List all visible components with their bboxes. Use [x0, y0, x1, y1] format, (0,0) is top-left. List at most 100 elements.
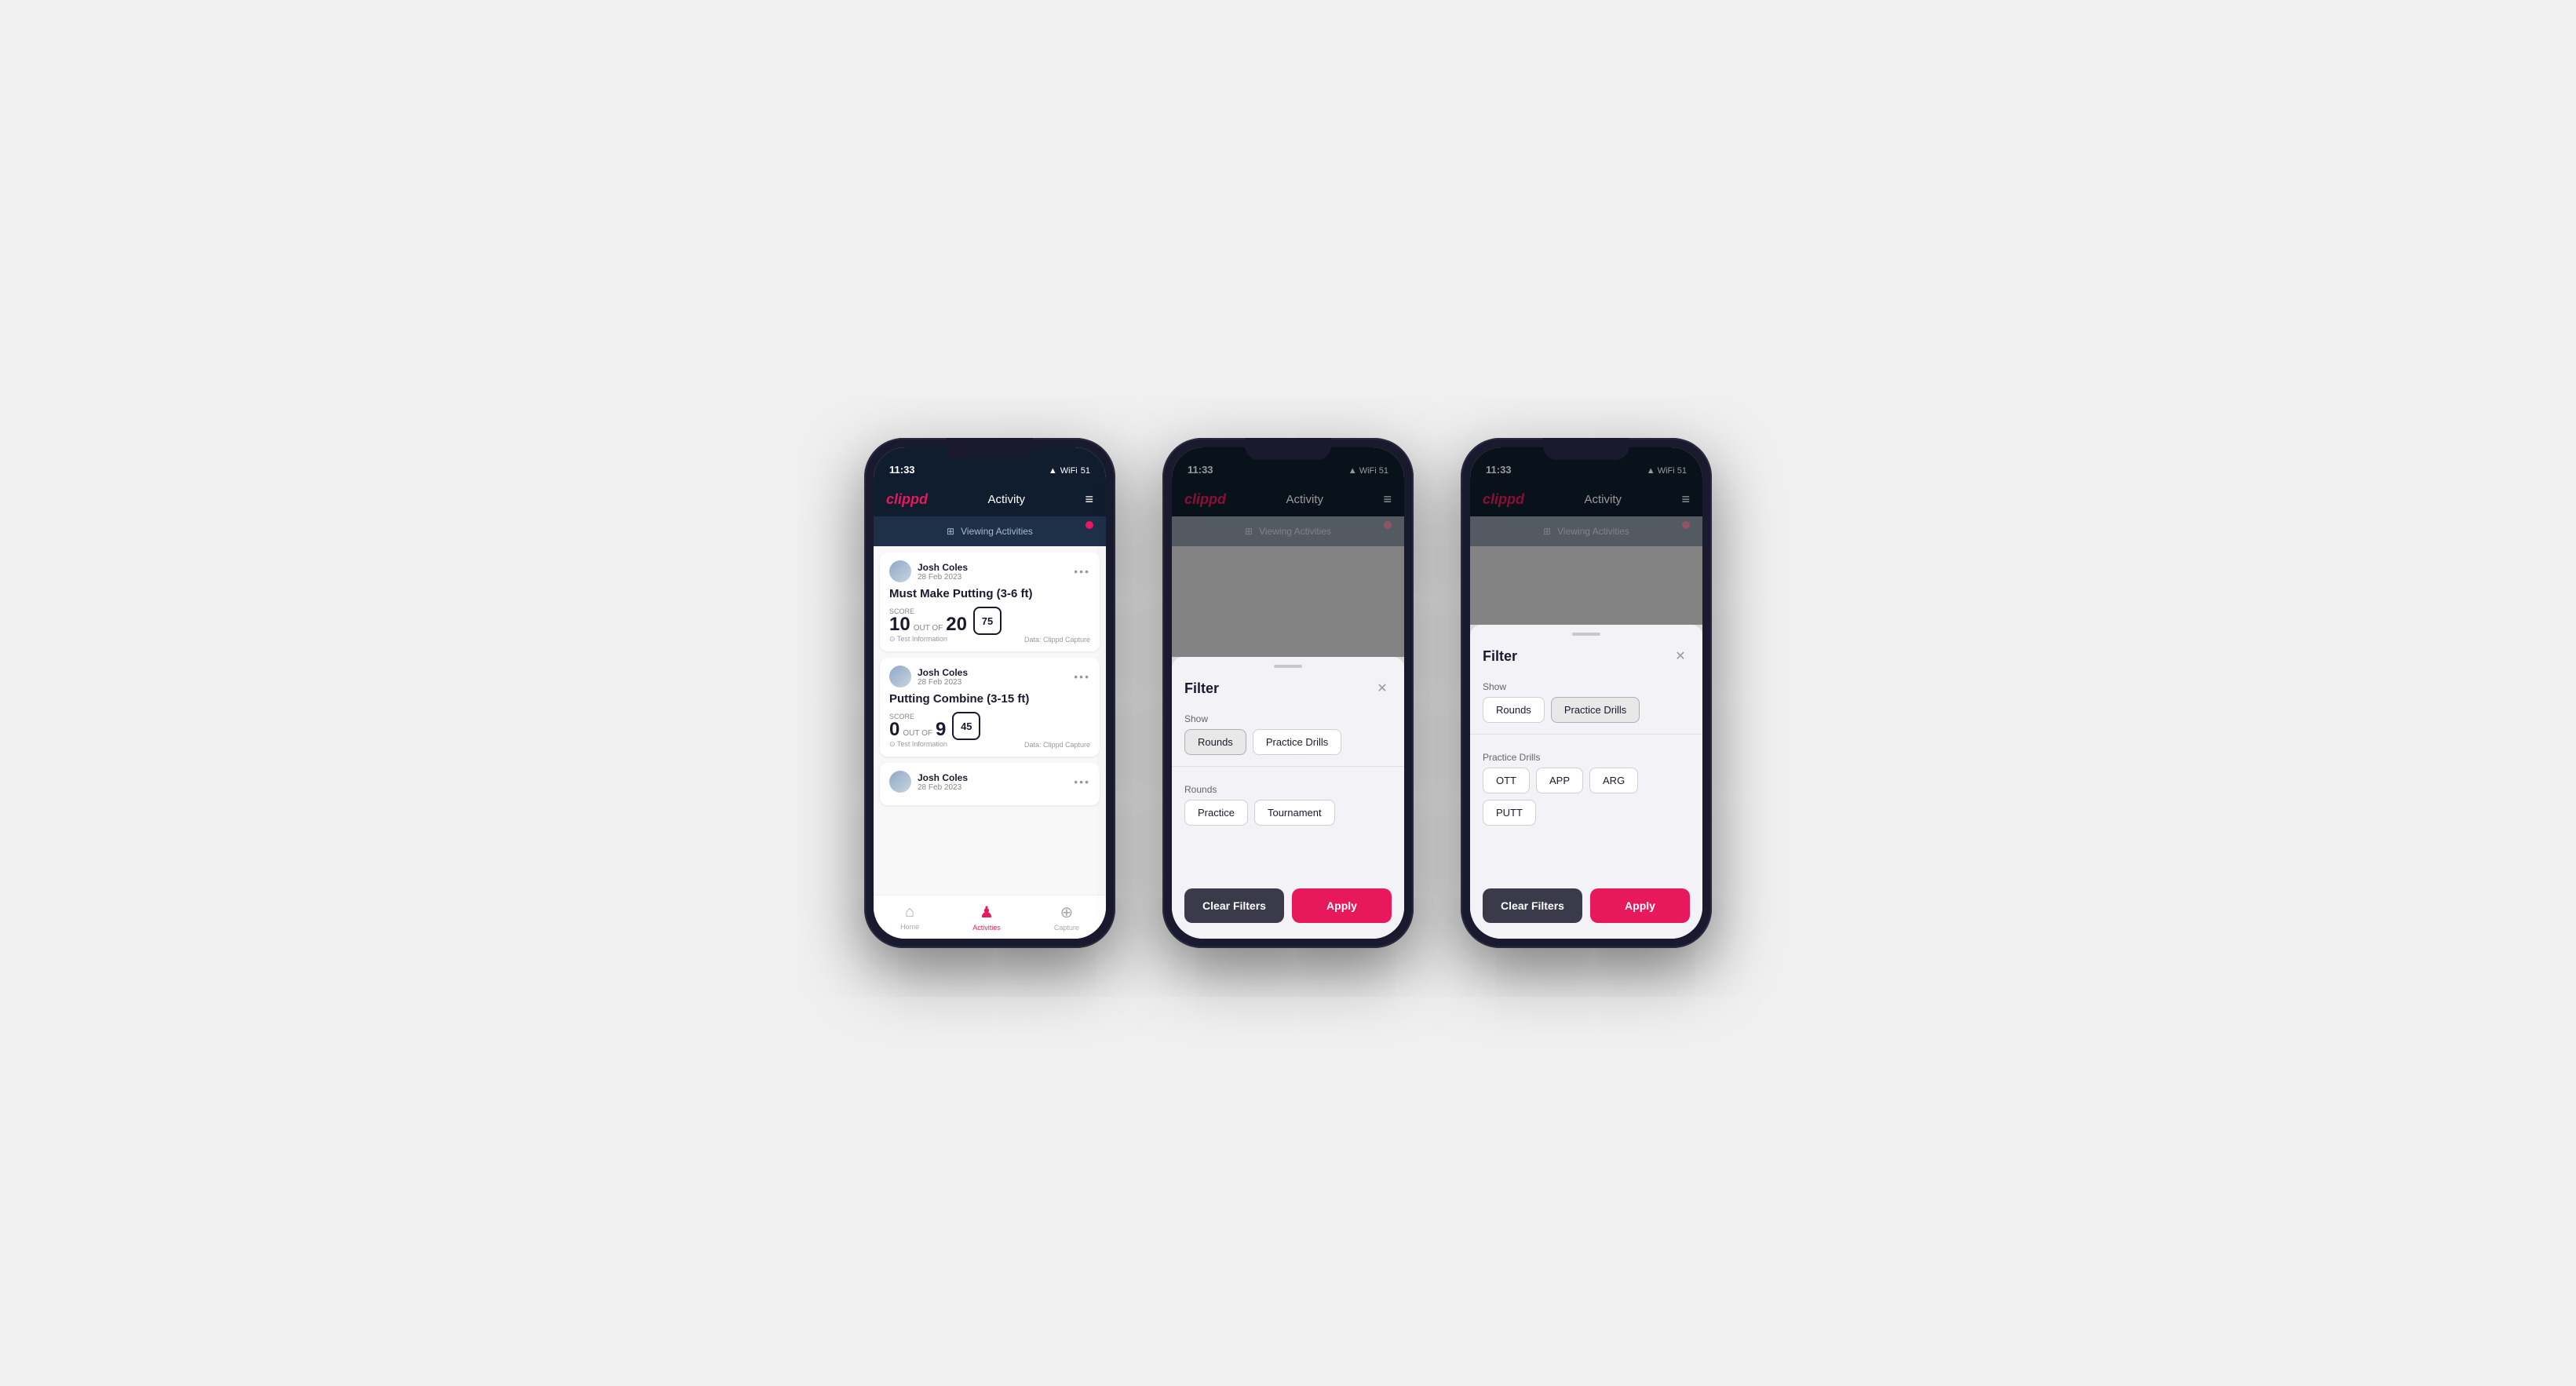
- filter-icon-1: ⊞: [947, 526, 954, 537]
- user-date-3: 28 Feb 2023: [918, 783, 968, 792]
- phone-2: 11:33 ▲ WiFi 51 clippd Activity ≡ ⊞ View…: [1162, 438, 1414, 948]
- bottom-nav-1: ⌂ Home ♟ Activities ⊕ Capture: [874, 895, 1106, 939]
- modal-header-3: Filter ✕: [1470, 647, 1702, 675]
- test-info-1: ⊙ Test Information: [889, 635, 947, 644]
- phone-3: 11:33 ▲ WiFi 51 clippd Activity ≡ ⊞ View…: [1461, 438, 1712, 948]
- nav-menu-1[interactable]: ≡: [1085, 491, 1093, 508]
- practice-round-btn-2[interactable]: Practice: [1184, 800, 1248, 826]
- modal-close-3[interactable]: ✕: [1671, 647, 1690, 666]
- modal-backdrop-3[interactable]: [1470, 447, 1702, 625]
- show-buttons-3: Rounds Practice Drills: [1470, 697, 1702, 723]
- stats-row-2: Score 0 OUT OF 9 45: [889, 712, 1090, 740]
- apply-btn-3[interactable]: Apply: [1590, 888, 1690, 923]
- tournament-btn-2[interactable]: Tournament: [1254, 800, 1335, 826]
- data-source-1: Data: Clippd Capture: [1024, 636, 1090, 644]
- modal-footer-3: Clear Filters Apply: [1470, 888, 1702, 923]
- user-name-1: Josh Coles: [918, 562, 968, 573]
- activities-label: Activities: [972, 924, 1001, 932]
- modal-sheet-3: Filter ✕ Show Rounds Practice Drills Pra…: [1470, 625, 1702, 939]
- home-icon: ⌂: [905, 903, 914, 921]
- notch-2: [1245, 438, 1331, 460]
- modal-overlay-2: Filter ✕ Show Rounds Practice Drills Rou…: [1172, 447, 1404, 939]
- stats-row-1: Score 10 OUT OF 20 75: [889, 607, 1090, 635]
- rounds-filter-btn-3[interactable]: Rounds: [1483, 697, 1545, 723]
- ott-btn-3[interactable]: OTT: [1483, 768, 1530, 793]
- nav-title-1: Activity: [987, 493, 1025, 506]
- nav-bar-1: clippd Activity ≡: [874, 482, 1106, 516]
- card-user-1: Josh Coles 28 Feb 2023: [889, 560, 968, 582]
- card-footer-2: ⊙ Test Information Data: Clippd Capture: [889, 740, 1090, 749]
- rounds-label-2: Rounds: [1172, 778, 1404, 800]
- apply-btn-2[interactable]: Apply: [1292, 888, 1392, 923]
- practice-drills-filter-btn-3[interactable]: Practice Drills: [1551, 697, 1640, 723]
- activity-card-2: Josh Coles 28 Feb 2023 ••• Putting Combi…: [880, 658, 1100, 757]
- modal-title-3: Filter: [1483, 648, 1517, 665]
- modal-handle-2: [1274, 665, 1302, 668]
- user-info-2: Josh Coles 28 Feb 2023: [918, 667, 968, 687]
- divider-3: [1470, 734, 1702, 735]
- more-options-1[interactable]: •••: [1074, 565, 1090, 578]
- modal-footer-2: Clear Filters Apply: [1172, 888, 1404, 923]
- activity-card-3: Josh Coles 28 Feb 2023 •••: [880, 763, 1100, 805]
- status-icons-1: ▲ WiFi 51: [1049, 466, 1090, 476]
- clear-filters-btn-2[interactable]: Clear Filters: [1184, 888, 1284, 923]
- nav-logo-1: clippd: [886, 491, 928, 508]
- viewing-bar-1[interactable]: ⊞ Viewing Activities: [874, 516, 1106, 546]
- more-options-2[interactable]: •••: [1074, 670, 1090, 683]
- notch-1: [947, 438, 1033, 460]
- rounds-filter-btn-2[interactable]: Rounds: [1184, 729, 1246, 755]
- phones-container: 11:33 ▲ WiFi 51 clippd Activity ≡ ⊞ View…: [864, 438, 1712, 948]
- avatar-2: [889, 666, 911, 688]
- card-user-3: Josh Coles 28 Feb 2023: [889, 771, 968, 793]
- content-area-1: Josh Coles 28 Feb 2023 ••• Must Make Put…: [874, 546, 1106, 895]
- stat-score-group-2: Score 0 OUT OF 9: [889, 713, 946, 739]
- card-header-3: Josh Coles 28 Feb 2023 •••: [889, 771, 1090, 793]
- divider-2: [1172, 766, 1404, 767]
- modal-header-2: Filter ✕: [1172, 679, 1404, 707]
- avatar-3: [889, 771, 911, 793]
- phone-3-inner: 11:33 ▲ WiFi 51 clippd Activity ≡ ⊞ View…: [1470, 447, 1702, 939]
- bottom-nav-capture[interactable]: ⊕ Capture: [1054, 903, 1079, 932]
- card-header-1: Josh Coles 28 Feb 2023 •••: [889, 560, 1090, 582]
- capture-label: Capture: [1054, 924, 1079, 932]
- notch-3: [1543, 438, 1629, 460]
- more-options-3[interactable]: •••: [1074, 775, 1090, 788]
- stat-score-group-1: Score 10 OUT OF 20: [889, 607, 967, 634]
- test-info-2: ⊙ Test Information: [889, 740, 947, 749]
- stat-score-value-2: 0: [889, 720, 899, 739]
- shot-quality-badge-2: 45: [952, 712, 980, 740]
- data-source-2: Data: Clippd Capture: [1024, 741, 1090, 749]
- user-info-1: Josh Coles 28 Feb 2023: [918, 562, 968, 582]
- bottom-nav-activities[interactable]: ♟ Activities: [972, 903, 1001, 932]
- modal-backdrop-2[interactable]: [1172, 447, 1404, 657]
- bottom-nav-home[interactable]: ⌂ Home: [900, 903, 919, 931]
- phone-1: 11:33 ▲ WiFi 51 clippd Activity ≡ ⊞ View…: [864, 438, 1115, 948]
- card-title-1: Must Make Putting (3-6 ft): [889, 587, 1090, 600]
- drills-buttons-3: OTT APP ARG PUTT: [1470, 768, 1702, 826]
- avatar-1: [889, 560, 911, 582]
- clear-filters-btn-3[interactable]: Clear Filters: [1483, 888, 1582, 923]
- user-info-3: Josh Coles 28 Feb 2023: [918, 772, 968, 792]
- show-buttons-2: Rounds Practice Drills: [1172, 729, 1404, 755]
- practice-drills-filter-btn-2[interactable]: Practice Drills: [1253, 729, 1341, 755]
- user-name-2: Josh Coles: [918, 667, 968, 678]
- modal-close-2[interactable]: ✕: [1373, 679, 1392, 698]
- modal-sheet-2: Filter ✕ Show Rounds Practice Drills Rou…: [1172, 657, 1404, 939]
- phone-2-inner: 11:33 ▲ WiFi 51 clippd Activity ≡ ⊞ View…: [1172, 447, 1404, 939]
- modal-handle-3: [1572, 633, 1600, 636]
- modal-title-2: Filter: [1184, 680, 1219, 697]
- activity-card-1: Josh Coles 28 Feb 2023 ••• Must Make Put…: [880, 553, 1100, 651]
- home-label: Home: [900, 923, 919, 931]
- modal-overlay-3: Filter ✕ Show Rounds Practice Drills Pra…: [1470, 447, 1702, 939]
- user-name-3: Josh Coles: [918, 772, 968, 783]
- arg-btn-3[interactable]: ARG: [1589, 768, 1638, 793]
- putt-btn-3[interactable]: PUTT: [1483, 800, 1536, 826]
- stat-shots-value-2: 9: [936, 720, 946, 739]
- activities-icon: ♟: [980, 903, 994, 922]
- phone-1-inner: 11:33 ▲ WiFi 51 clippd Activity ≡ ⊞ View…: [874, 447, 1106, 939]
- show-label-3: Show: [1470, 675, 1702, 697]
- status-time-1: 11:33: [889, 464, 915, 476]
- stat-score-value-1: 10: [889, 615, 910, 634]
- app-btn-3[interactable]: APP: [1536, 768, 1583, 793]
- shot-quality-badge-1: 75: [973, 607, 1002, 635]
